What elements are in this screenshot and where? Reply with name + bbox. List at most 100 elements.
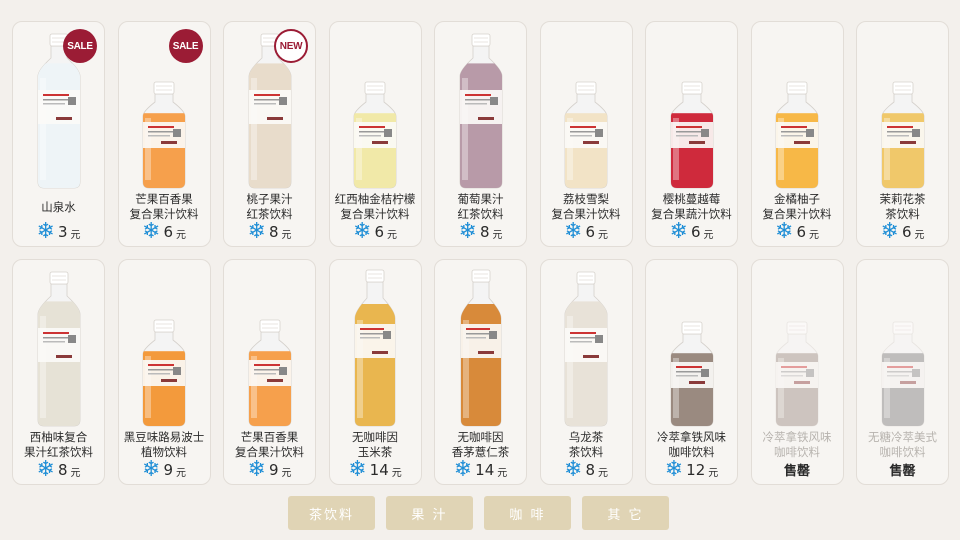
product-bottle-image	[330, 30, 421, 190]
product-name: 樱桃蔓越莓 复合果蔬汁饮料	[651, 192, 732, 221]
price-unit: 元	[708, 468, 719, 479]
product-name: 冷萃拿铁风味 咖啡饮料	[762, 430, 832, 459]
price-unit: 元	[386, 230, 397, 241]
product-bottle-image	[857, 30, 948, 190]
product-name: 无糖冷萃美式 咖啡饮料	[868, 430, 937, 459]
price-row: ❄ 6 元	[119, 220, 210, 244]
product-name: 无咖啡因 香茅薏仁茶	[451, 430, 510, 459]
snowflake-icon: ❄	[247, 457, 266, 482]
product-card[interactable]: 红西柚金桔柠檬 复合果汁饮料 ❄ 6 元	[328, 21, 422, 247]
price-unit: 元	[281, 230, 292, 241]
snowflake-icon: ❄	[664, 457, 684, 482]
snowflake-icon: ❄	[458, 219, 477, 244]
product-name: 西柚味复合 果汁红茶饮料	[24, 430, 93, 459]
product-name: 山泉水	[41, 200, 76, 214]
tab-other[interactable]: 其 它	[582, 496, 669, 530]
price-value: 6	[901, 223, 912, 241]
product-card[interactable]: 樱桃蔓越莓 复合果蔬汁饮料 ❄ 6 元	[645, 21, 738, 247]
product-name: 荔枝雪梨 复合果汁饮料	[551, 192, 621, 221]
price-value: 6	[585, 223, 595, 241]
product-card[interactable]: 黑豆味路易波士 植物饮料 ❄ 9 元	[117, 259, 211, 485]
product-card[interactable]: 西柚味复合 果汁红茶饮料 ❄ 8 元	[12, 259, 105, 485]
price-value: 9	[163, 461, 173, 479]
product-bottle-image	[752, 268, 843, 428]
price-row: ❄ 8 元	[13, 458, 104, 482]
price-unit: 元	[492, 230, 503, 241]
price-value: 9	[268, 461, 279, 479]
snowflake-icon: ❄	[564, 219, 583, 244]
product-card[interactable]: 葡萄果汁 红茶饮料 ❄ 8 元	[434, 21, 527, 247]
sold-out-label: 售罄	[889, 464, 916, 479]
product-card[interactable]: 芒果百香果 复合果汁饮料 ❄ 9 元	[223, 259, 316, 485]
price-row: ❄ 8 元	[224, 220, 315, 244]
price-value: 6	[690, 223, 701, 241]
price-row: ❄ 8 元	[435, 220, 526, 244]
snowflake-icon: ❄	[453, 457, 473, 482]
price-value: 6	[163, 223, 173, 241]
price-row: ❄ 6 元	[330, 220, 421, 244]
product-card[interactable]: 无咖啡因 玉米茶 ❄ 14 元	[328, 259, 422, 485]
snowflake-icon: ❄	[142, 219, 161, 244]
price-value: 14	[369, 461, 389, 479]
price-row: ❄ 3 元	[13, 220, 104, 244]
category-tabs: 茶饮料 果 汁 咖 啡 其 它	[288, 496, 669, 530]
product-bottle-image	[752, 30, 843, 190]
product-bottle-image	[13, 268, 104, 428]
product-card[interactable]: SALE 山泉水 ❄ 3 元	[12, 21, 105, 247]
price-row: ❄ 14 元	[330, 458, 421, 482]
price-value: 6	[796, 223, 806, 241]
product-card[interactable]: SALE 芒果百香果 复合果汁饮料 ❄ 6 元	[117, 21, 211, 247]
product-name: 金橘柚子 复合果汁饮料	[762, 192, 832, 221]
product-bottle-image	[541, 30, 632, 190]
product-name: 芒果百香果 复合果汁饮料	[129, 192, 199, 221]
product-name: 无咖啡因 玉米茶	[352, 430, 398, 459]
sale-badge: SALE	[63, 29, 97, 63]
price-unit: 元	[70, 468, 81, 479]
product-bottle-image	[541, 268, 632, 428]
snowflake-icon: ❄	[353, 219, 372, 244]
price-value: 8	[57, 461, 68, 479]
product-bottle-image	[224, 268, 315, 428]
price-unit: 元	[497, 468, 508, 479]
snowflake-icon: ❄	[564, 457, 583, 482]
price-value: 3	[57, 223, 68, 241]
new-badge: NEW	[274, 29, 308, 63]
tab-coffee[interactable]: 咖 啡	[484, 496, 571, 530]
product-name: 葡萄果汁 红茶饮料	[457, 192, 504, 221]
product-bottle-image	[857, 268, 948, 428]
product-card[interactable]: NEW 桃子果汁 红茶饮料 ❄ 8 元	[223, 21, 316, 247]
product-bottle-image	[646, 268, 737, 428]
product-card[interactable]: 冷萃拿铁风味 咖啡饮料 售罄	[750, 259, 844, 485]
price-value: 8	[479, 223, 490, 241]
price-unit: 元	[70, 230, 81, 241]
product-card[interactable]: 冷萃拿铁风味 咖啡饮料 ❄ 12 元	[645, 259, 738, 485]
snowflake-icon: ❄	[880, 219, 899, 244]
price-unit: 元	[808, 230, 819, 241]
product-card[interactable]: 荔枝雪梨 复合果汁饮料 ❄ 6 元	[539, 21, 633, 247]
product-name: 乌龙茶 茶饮料	[568, 430, 604, 459]
price-row: ❄ 6 元	[541, 220, 632, 244]
product-card[interactable]: 茉莉花茶 茶饮料 ❄ 6 元	[856, 21, 949, 247]
product-card[interactable]: 无糖冷萃美式 咖啡饮料售罄	[856, 259, 949, 485]
product-name: 冷萃拿铁风味 咖啡饮料	[657, 430, 726, 459]
price-row: ❄ 14 元	[435, 458, 526, 482]
price-value: 8	[585, 461, 595, 479]
price-unit: 元	[391, 468, 402, 479]
snowflake-icon: ❄	[348, 457, 367, 482]
snowflake-icon: ❄	[36, 219, 55, 244]
price-row: ❄ 9 元	[119, 458, 210, 482]
price-unit: 元	[281, 468, 292, 479]
snowflake-icon: ❄	[142, 457, 161, 482]
product-bottle-image	[330, 268, 421, 428]
snowflake-icon: ❄	[36, 457, 55, 482]
snowflake-icon: ❄	[247, 219, 266, 244]
product-card[interactable]: 金橘柚子 复合果汁饮料 ❄ 6 元	[750, 21, 844, 247]
tab-juice[interactable]: 果 汁	[386, 496, 473, 530]
tab-tea[interactable]: 茶饮料	[288, 496, 375, 530]
product-name: 黑豆味路易波士 植物饮料	[123, 430, 205, 459]
product-card[interactable]: 无咖啡因 香茅薏仁茶 ❄ 14 元	[434, 259, 527, 485]
product-bottle-image	[435, 30, 526, 190]
product-card[interactable]: 乌龙茶 茶饮料 ❄ 8 元	[539, 259, 633, 485]
price-unit: 元	[175, 468, 186, 479]
price-unit: 元	[914, 230, 925, 241]
